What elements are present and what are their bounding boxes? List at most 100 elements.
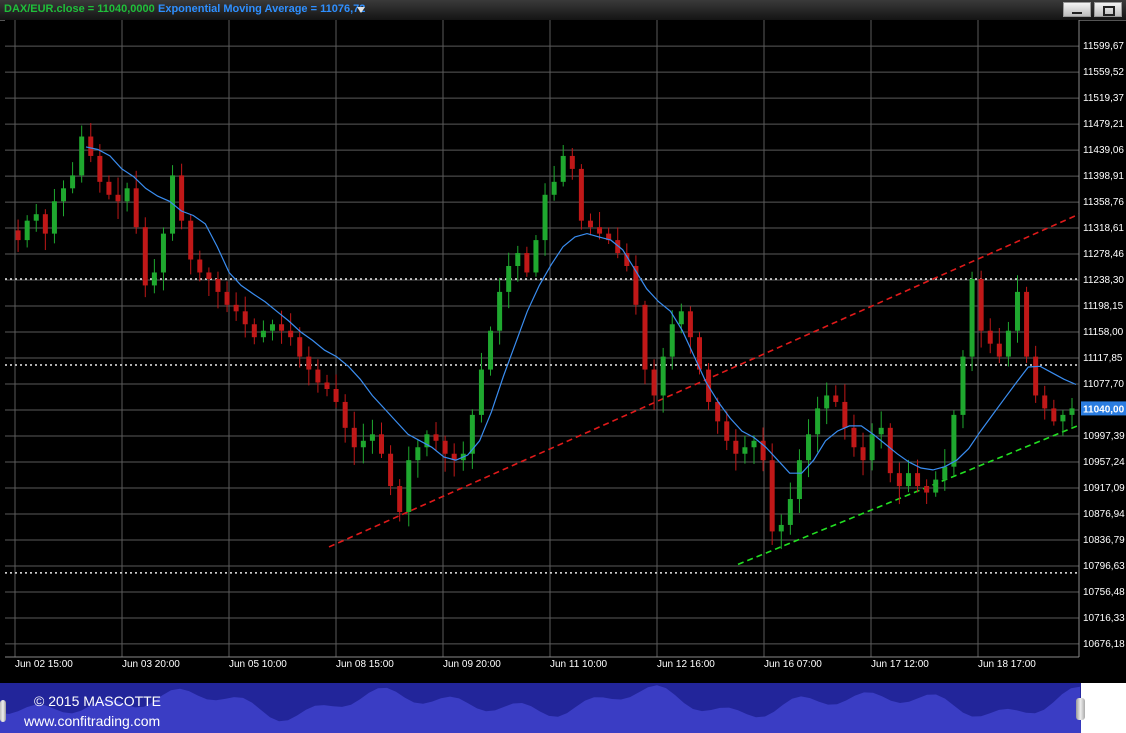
bull-candle xyxy=(815,408,821,435)
footer-banner: © 2015 MASCOTTE www.confitrading.com xyxy=(0,683,1081,733)
y-tick-label: 11559,52 xyxy=(1083,67,1124,78)
bull-candle xyxy=(969,278,975,357)
bear-candle xyxy=(215,278,221,292)
bear-candle xyxy=(206,272,212,279)
bear-candle xyxy=(197,259,203,273)
y-tick-label: 11117,85 xyxy=(1083,353,1123,364)
bull-candle xyxy=(824,395,830,409)
bull-candle xyxy=(151,272,157,286)
bull-candle xyxy=(51,201,57,234)
y-tick-label: 11479,21 xyxy=(1083,119,1124,130)
bull-candle xyxy=(260,330,266,338)
x-tick-label: Jun 17 12:00 xyxy=(871,659,929,670)
bull-candle xyxy=(415,447,421,461)
bull-candle xyxy=(660,356,666,396)
x-tick-label: Jun 11 10:00 xyxy=(550,659,608,670)
y-tick-label: 10676,18 xyxy=(1083,639,1125,650)
y-tick-label: 10796,63 xyxy=(1083,561,1125,572)
bear-candle xyxy=(924,486,930,493)
bear-candle xyxy=(115,194,121,202)
bull-candle xyxy=(878,427,884,435)
price-chart[interactable]: 11599,67 11559,52 11519,37 11479,21 11439,06… xyxy=(0,0,1126,683)
y-tick-label: 10917,09 xyxy=(1083,483,1125,494)
bull-candle xyxy=(79,136,85,176)
bull-candle xyxy=(806,434,812,461)
y-tick-label: 11077,70 xyxy=(1083,379,1124,390)
bear-candle xyxy=(97,155,103,182)
bull-candle xyxy=(360,440,366,448)
bear-candle xyxy=(15,230,21,241)
y-tick-label: 10957,24 xyxy=(1083,457,1125,468)
y-tick-label: 10756,48 xyxy=(1083,587,1125,598)
bear-candle xyxy=(642,304,648,370)
y-tick-label: 10836,79 xyxy=(1083,535,1125,546)
bull-candle xyxy=(669,324,675,357)
bear-candle xyxy=(651,369,657,396)
bull-candle xyxy=(542,194,548,241)
y-tick-label: 11158,00 xyxy=(1083,327,1124,338)
y-tick-label: 10997,39 xyxy=(1083,431,1125,442)
scroll-handle-right[interactable] xyxy=(1076,698,1085,720)
bull-candle xyxy=(1069,408,1075,415)
y-tick-label: 11398,91 xyxy=(1083,171,1124,182)
website-link[interactable]: www.confitrading.com xyxy=(24,713,160,729)
bear-candle xyxy=(388,453,394,487)
footer-wave-graphic xyxy=(0,685,1081,733)
bear-candle xyxy=(851,427,857,448)
bear-candle xyxy=(106,181,112,195)
bear-candle xyxy=(133,188,139,228)
bear-candle xyxy=(279,324,285,331)
copyright-text: © 2015 MASCOTTE xyxy=(34,693,162,709)
bear-candle xyxy=(896,473,902,487)
bull-candle xyxy=(24,220,30,241)
plot-area xyxy=(5,20,1079,657)
y-tick-label: 11198,15 xyxy=(1083,301,1124,312)
bull-candle xyxy=(551,181,557,195)
bull-candle xyxy=(933,479,939,493)
bear-candle xyxy=(88,136,94,156)
bear-candle xyxy=(188,220,194,260)
x-tick-label: Jun 12 16:00 xyxy=(657,659,715,670)
bull-candle xyxy=(488,330,494,370)
bull-candle xyxy=(778,524,784,532)
bear-candle xyxy=(987,330,993,344)
bull-candle xyxy=(124,188,130,202)
scroll-handle-left[interactable] xyxy=(0,700,6,722)
last-price-label: 11040,00 xyxy=(1083,404,1125,415)
bull-candle xyxy=(678,311,684,325)
bear-candle xyxy=(733,440,739,454)
y-tick-label: 11318,61 xyxy=(1083,223,1124,234)
bull-candle xyxy=(533,240,539,273)
bull-candle xyxy=(160,233,166,273)
bull-candle xyxy=(33,214,39,221)
bear-candle xyxy=(524,253,530,273)
y-tick-label: 11519,37 xyxy=(1083,93,1124,104)
bull-candle xyxy=(951,414,957,467)
bull-candle xyxy=(269,324,275,331)
bear-candle xyxy=(342,401,348,428)
bull-candle xyxy=(942,466,948,480)
bear-candle xyxy=(324,382,330,389)
bull-candle xyxy=(497,291,503,331)
bull-candle xyxy=(742,447,748,454)
bear-candle xyxy=(842,401,848,428)
bear-candle xyxy=(288,330,294,338)
bear-candle xyxy=(597,227,603,234)
x-tick-label: Jun 03 20:00 xyxy=(122,659,180,670)
bear-candle xyxy=(179,175,185,221)
bear-candle xyxy=(569,155,575,169)
bear-candle xyxy=(333,388,339,402)
bear-candle xyxy=(1051,408,1057,422)
y-tick-label: 10716,33 xyxy=(1083,613,1125,624)
bull-candle xyxy=(796,460,802,500)
x-tick-label: Jun 05 10:00 xyxy=(229,659,287,670)
bear-candle xyxy=(297,337,303,357)
bull-candle xyxy=(506,265,512,292)
bull-candle xyxy=(751,440,757,448)
bear-candle xyxy=(978,278,984,331)
bear-candle xyxy=(860,447,866,461)
bull-candle xyxy=(406,460,412,512)
bull-candle xyxy=(1014,291,1020,331)
time-axis: Jun 02 15:00 Jun 03 20:00 Jun 05 10:00 Jun … xyxy=(5,656,1079,670)
x-tick-label: Jun 02 15:00 xyxy=(15,659,73,670)
